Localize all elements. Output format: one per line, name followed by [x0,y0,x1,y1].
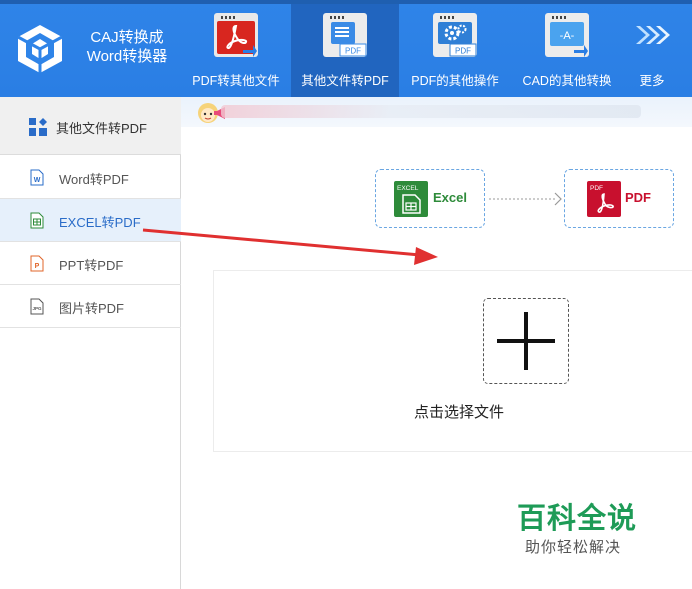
tab-cad-conversion[interactable]: -A- CAD的其他转换 [511,4,623,97]
plus-icon [497,312,555,370]
app-title: CAJ转换成 Word转换器 [72,28,182,66]
pdf-icon-caption: PDF [590,185,603,192]
svg-text:W: W [34,177,41,184]
sidebar-header-label: 其他文件转PDF [56,121,148,136]
tab-pdf-to-other-label: PDF转其他文件 [192,74,280,88]
top-toolbar: CAJ转换成 Word转换器 PDF转其他文件 PDF 其他文件转PDF PDF… [0,0,692,97]
notice-bar [181,97,692,127]
app-logo-icon [17,25,63,73]
excel-file-icon [30,212,44,229]
target-format-box: PDF PDF [564,169,674,228]
tab2-icon-caption: PDF [345,47,361,56]
add-file-button[interactable] [483,298,569,384]
pdf-acrobat-icon [214,13,258,57]
tab-other-to-pdf[interactable]: PDF 其他文件转PDF [291,4,399,97]
source-format-box: EXCEL Excel [375,169,485,228]
excel-icon: EXCEL [394,181,428,217]
app-title-line2: Word转换器 [86,48,168,65]
notice-text-blurred [221,105,641,118]
sidebar: 其他文件转PDF W Word转PDF EXCEL转PDF P PPT转PDF … [0,97,181,589]
tab-pdf-operations[interactable]: PDF PDF的其他操作 [404,4,506,97]
grid-icon [29,118,47,136]
sidebar-item-label: EXCEL转PDF [59,215,141,230]
tab-more[interactable]: 更多 [628,4,676,97]
cad-drawing-icon: -A- [545,13,589,57]
jpg-file-icon: JPG [30,298,44,315]
gear-pdf-icon: PDF [433,13,477,57]
add-file-label[interactable]: 点击选择文件 [214,401,692,422]
app-window: CAJ转换成 Word转换器 PDF转其他文件 PDF 其他文件转PDF PDF… [0,0,692,589]
watermark-subtitle: 助你轻松解决 [525,539,622,556]
jpg-icon-caption: JPG [32,306,42,311]
ppt-file-icon: P [30,255,44,272]
app-title-line1: CAJ转换成 [90,29,164,46]
tab3-icon-caption: PDF [455,47,471,56]
document-to-pdf-icon: PDF [323,13,367,57]
tab-pdf-to-other[interactable]: PDF转其他文件 [186,4,286,97]
sidebar-item-label: 图片转PDF [59,301,125,316]
sidebar-item-ppt-to-pdf[interactable]: P PPT转PDF [0,242,181,285]
tab-pdf-operations-label: PDF的其他操作 [411,74,499,88]
excel-icon-caption: EXCEL [397,185,419,192]
double-chevron-right-icon [636,26,670,44]
pdf-icon: PDF [587,181,621,217]
word-file-icon: W [30,169,44,186]
sidebar-item-label: Word转PDF [59,172,129,187]
watermark-title: 百科全说 [517,503,638,535]
svg-text:P: P [35,263,40,270]
tab-other-to-pdf-label: 其他文件转PDF [301,74,389,88]
target-format-label: PDF [625,190,651,205]
sidebar-item-image-to-pdf[interactable]: JPG 图片转PDF [0,285,181,328]
sidebar-item-label: PPT转PDF [59,258,124,273]
source-format-label: Excel [433,190,467,205]
tab-more-label: 更多 [639,74,665,88]
sidebar-item-excel-to-pdf[interactable]: EXCEL转PDF [0,199,181,242]
main-panel: EXCEL Excel PDF PDF 点击选择文件 百科全说 助你轻松解决 [181,97,692,589]
conversion-arrow-icon [489,192,562,206]
tab-cad-conversion-label: CAD的其他转换 [522,74,612,88]
file-drop-area[interactable]: 点击选择文件 [213,270,692,452]
cad-icon-caption: -A- [560,30,575,42]
sidebar-item-word-to-pdf[interactable]: W Word转PDF [0,156,181,199]
sidebar-header: 其他文件转PDF [0,97,181,155]
